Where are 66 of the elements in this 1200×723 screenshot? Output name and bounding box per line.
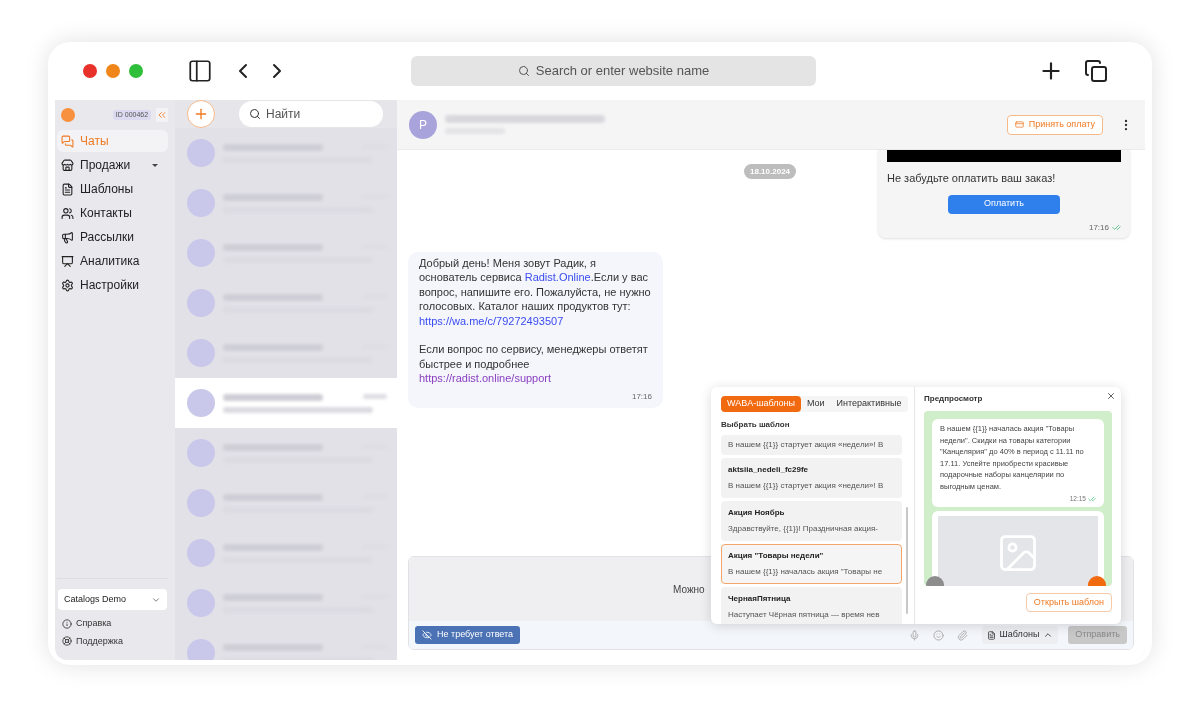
message-link[interactable]: https://radist.online/support — [419, 372, 552, 384]
eye-off-icon — [422, 630, 432, 640]
nav-item[interactable]: Настройки — [57, 274, 168, 296]
no-reply-button[interactable]: Не требует ответа — [415, 626, 521, 644]
search-field[interactable]: Найти — [239, 101, 383, 127]
template-item[interactable]: ЧернаяПятница Наступает Чёрная пятница — время нев — [721, 587, 902, 624]
chat-list-item[interactable] — [175, 328, 397, 378]
lifebuoy-icon — [62, 636, 72, 647]
chat-list-item[interactable] — [175, 428, 397, 478]
new-chat-button[interactable] — [187, 100, 215, 128]
document-icon — [986, 630, 996, 640]
message-time: 17:16 — [1088, 221, 1109, 234]
template-tab[interactable]: Интерактивные — [830, 396, 908, 412]
megaphone-icon — [61, 230, 74, 244]
settings-icon — [61, 278, 74, 292]
nav-item[interactable]: Продажи — [57, 154, 168, 176]
message-text: Если вопрос по сервису, менеджеры ответят быстрее и подробнее https://radist.online/support — [419, 342, 649, 386]
collapse-icon[interactable] — [156, 108, 168, 122]
preview-title: Предпросмотр — [924, 393, 984, 405]
plus-icon — [193, 106, 209, 122]
template-tab[interactable]: Мои — [800, 396, 831, 412]
maximize-window-button[interactable] — [129, 64, 143, 78]
message-text: Добрый день! Меня зовут Радик, я основатель сервиса Radist.Online.Если у вас вопрос, напишите его. Пожалуйста, не нужно голосовых. Каталог наших продуктов тут: https://wa.me/c/79272493507 — [419, 255, 652, 328]
close-icon[interactable] — [1106, 391, 1116, 401]
contact-avatar: P — [409, 110, 437, 139]
section-title: Выбрать шаблон — [721, 419, 791, 431]
minimize-window-button[interactable] — [106, 64, 120, 78]
date-badge: 18.10.2024 — [744, 164, 797, 179]
nav-item[interactable]: Аналитика — [57, 250, 168, 272]
footer-link[interactable]: Справка — [76, 617, 112, 631]
close-window-button[interactable] — [83, 64, 97, 78]
footer-link[interactable]: Поддержка — [76, 634, 123, 648]
template-item[interactable]: Акция Ноябрь Здравствуйте, {{1}}! Праздничная акция- — [721, 501, 902, 541]
microphone-icon[interactable] — [908, 629, 920, 641]
store-icon — [61, 158, 74, 172]
composer-hint: Можно — [673, 582, 705, 597]
nav-item[interactable]: Рассылки — [57, 226, 168, 248]
logo-icon — [61, 108, 75, 122]
templates-button[interactable]: Шаблоны — [981, 626, 1059, 644]
info-icon — [62, 618, 72, 629]
chat-list-item[interactable] — [175, 128, 397, 178]
template-item[interactable]: В нашем {{1}} стартует акция «недели»! В — [721, 435, 902, 455]
nav-item[interactable]: Шаблоны — [57, 178, 168, 200]
people-icon — [61, 206, 74, 220]
chat-bubbles-icon — [61, 134, 74, 148]
emoji-icon[interactable] — [932, 629, 944, 641]
message-link[interactable]: Radist.Online — [524, 271, 591, 283]
attachment-icon[interactable] — [956, 629, 968, 641]
workspace-select[interactable]: Catalogs Demo — [58, 589, 167, 610]
message-time: 17:16 — [631, 390, 652, 403]
tabs-icon[interactable] — [1084, 59, 1108, 83]
template-item[interactable]: aktsiia_nedeli_fc29fe В нашем {{1}} стартует акция «недели»! В — [721, 458, 902, 498]
sidebar-toggle-icon[interactable] — [187, 58, 213, 84]
template-item[interactable]: Акция "Товары недели" В нашем {{1}} началась акция "Товары не — [721, 544, 902, 584]
message-link[interactable]: https://wa.me/c/79272493507 — [419, 314, 564, 327]
pay-button[interactable]: Оплатить — [948, 194, 1060, 214]
message-bubble: Не забудьте оплатить ваш заказ! Оплатить 17:16 — [878, 150, 1130, 238]
search-icon — [249, 108, 261, 120]
nav-item[interactable]: Контакты — [57, 202, 168, 224]
card-icon — [1014, 120, 1024, 129]
chevron-up-icon — [1043, 630, 1054, 640]
scrollbar[interactable] — [906, 507, 908, 614]
board-icon — [61, 254, 74, 268]
address-bar[interactable]: Search or enter website name — [411, 56, 816, 86]
chat-list-item[interactable] — [175, 378, 397, 428]
document-icon — [61, 182, 74, 196]
